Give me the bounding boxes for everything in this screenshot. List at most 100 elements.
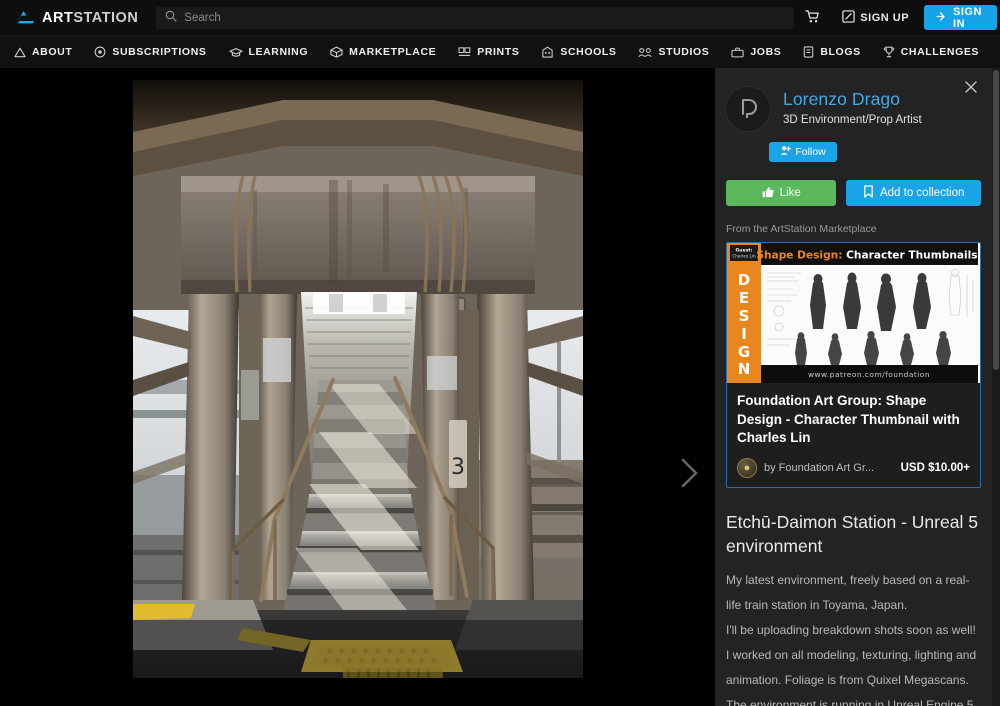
nav-item-studios[interactable]: STUDIOS (627, 36, 720, 68)
artstation-logo-icon (16, 9, 35, 26)
signin-label: SIGN IN (953, 5, 982, 30)
about-triangle-icon (14, 47, 26, 58)
marketplace-box-icon (330, 46, 343, 58)
signin-button[interactable]: SIGN IN (924, 5, 997, 30)
like-label: Like (779, 187, 801, 199)
artist-title: 3D Environment/Prop Artist (783, 114, 922, 126)
artwork-actions: Like Add to collection (715, 162, 992, 206)
like-button[interactable]: Like (726, 180, 837, 206)
info-panel-scrollbar[interactable] (992, 68, 1000, 706)
nav-item-jobs[interactable]: JOBS (720, 36, 792, 68)
top-header-bar: ARTSTATION Search SIGN UP SIGN IN (0, 0, 1000, 36)
signup-button[interactable]: SIGN UP (831, 0, 920, 36)
nav-label: JOBS (750, 46, 782, 58)
nav-item-magazine[interactable]: MAGAZINE (990, 36, 1000, 68)
marketplace-product-title: Foundation Art Group: Shape Design - Cha… (737, 393, 960, 445)
description-line: My latest environment, freely based on a… (726, 572, 970, 612)
thumbs-up-icon (762, 186, 774, 201)
nav-item-about[interactable]: ABOUT (0, 36, 83, 68)
schools-building-icon (541, 46, 554, 58)
nav-label: ABOUT (32, 46, 73, 58)
nav-label: BLOGS (820, 46, 861, 58)
marketplace-thumb-svg: Guest: Charles Lin Shape Design: Charact… (727, 243, 978, 383)
description-line: I'll be uploading breakdown shots soon a… (726, 622, 976, 637)
nav-item-marketplace[interactable]: MARKETPLACE (319, 36, 447, 68)
description-line: I worked on all modeling, texturing, lig… (726, 647, 977, 687)
artwork-column: 3 (0, 68, 715, 706)
nav-label: SCHOOLS (560, 46, 617, 58)
seller-coin-icon: ● (737, 457, 757, 478)
nav-item-schools[interactable]: SCHOOLS (530, 36, 627, 68)
svg-text:S: S (739, 307, 750, 325)
nav-label: MARKETPLACE (349, 46, 437, 58)
jobs-briefcase-icon (731, 47, 744, 58)
marketplace-seller[interactable]: by Foundation Art Gr... (764, 462, 894, 474)
follow-person-plus-icon (780, 145, 792, 159)
description-line: The environment is running in Unreal Eng… (726, 697, 977, 706)
artist-name[interactable]: Lorenzo Drago (783, 88, 922, 110)
logo-word-art: ART (42, 9, 74, 26)
marketplace-card-footer: ● by Foundation Art Gr... USD $10.00+ (737, 457, 970, 478)
follow-button[interactable]: Follow (769, 142, 837, 162)
svg-text:N: N (738, 360, 751, 378)
svg-text:Charles Lin: Charles Lin (732, 254, 756, 259)
add-to-collection-button[interactable]: Add to collection (846, 180, 981, 206)
studios-people-icon (638, 47, 653, 58)
artist-avatar[interactable] (725, 86, 771, 132)
svg-text:E: E (739, 289, 749, 307)
marketplace-promo-card[interactable]: Guest: Charles Lin Shape Design: Charact… (726, 242, 981, 488)
nav-label: LEARNING (248, 46, 309, 58)
nav-label: CHALLENGES (900, 46, 980, 58)
challenges-trophy-icon (883, 46, 895, 58)
nav-item-learning[interactable]: LEARNING (218, 36, 320, 68)
cart-button[interactable] (794, 0, 831, 36)
artstation-logo[interactable]: ARTSTATION (0, 0, 152, 36)
logo-word-station: STATION (73, 9, 139, 26)
marketplace-thumbnail: Guest: Charles Lin Shape Design: Charact… (727, 243, 980, 383)
artwork-image[interactable]: 3 (133, 80, 583, 678)
artstation-artwork-page: ARTSTATION Search SIGN UP SIGN IN ABOUT … (0, 0, 1000, 706)
artist-avatar-icon (741, 98, 758, 118)
info-panel-content: Lorenzo Drago 3D Environment/Prop Artist (715, 68, 992, 706)
search-bar[interactable] (156, 6, 795, 29)
svg-text:I: I (741, 325, 747, 343)
learning-cap-icon (228, 47, 243, 58)
artwork-info-panel: Lorenzo Drago 3D Environment/Prop Artist (715, 68, 1000, 706)
svg-text:Shape Design: Character Thumbn: Shape Design: Character Thumbnails (756, 249, 977, 261)
nav-item-subscriptions[interactable]: SUBSCRIPTIONS (83, 36, 217, 68)
nav-item-blogs[interactable]: BLOGS (792, 36, 871, 68)
svg-text:G: G (738, 343, 750, 361)
marketplace-price: USD $10.00+ (900, 461, 970, 474)
follow-label: Follow (795, 146, 826, 158)
svg-text:D: D (738, 271, 750, 289)
shopping-cart-icon (805, 9, 820, 27)
nav-label: PRINTS (477, 46, 520, 58)
artstation-wordmark: ARTSTATION (42, 10, 138, 26)
signup-label: SIGN UP (860, 11, 910, 24)
bookmark-icon (863, 185, 874, 201)
artist-header: Lorenzo Drago 3D Environment/Prop Artist (715, 68, 992, 132)
subscriptions-circle-icon (94, 46, 106, 58)
collect-label: Add to collection (879, 187, 965, 199)
marketplace-card-body: Foundation Art Group: Shape Design - Cha… (727, 383, 980, 487)
search-input[interactable] (184, 7, 786, 28)
artwork-description: My latest environment, freely based on a… (715, 558, 992, 706)
scrollbar-thumb[interactable] (993, 70, 999, 370)
signin-arrow-icon (935, 10, 948, 26)
chevron-right-icon (681, 458, 698, 488)
next-artwork-button[interactable] (672, 453, 706, 493)
nav-item-prints[interactable]: PRINTS (447, 36, 530, 68)
blogs-book-icon (803, 46, 814, 58)
artwork-viewer-stage: 3 Lorenzo Drago 3D Environment/Prop Arti… (0, 68, 1000, 706)
nav-label: SUBSCRIPTIONS (112, 46, 207, 58)
header-actions: SIGN UP SIGN IN (794, 0, 1000, 36)
close-icon (965, 81, 977, 93)
close-panel-button[interactable] (962, 78, 980, 96)
search-icon (165, 9, 177, 27)
nav-item-challenges[interactable]: CHALLENGES (872, 36, 990, 68)
prints-frame-icon (458, 46, 471, 58)
artwork-title: Etchū-Daimon Station - Unreal 5 environm… (726, 511, 978, 556)
artwork-render-svg: 3 (133, 80, 583, 678)
signup-icon (842, 9, 855, 26)
artist-meta: Lorenzo Drago 3D Environment/Prop Artist (783, 86, 922, 128)
